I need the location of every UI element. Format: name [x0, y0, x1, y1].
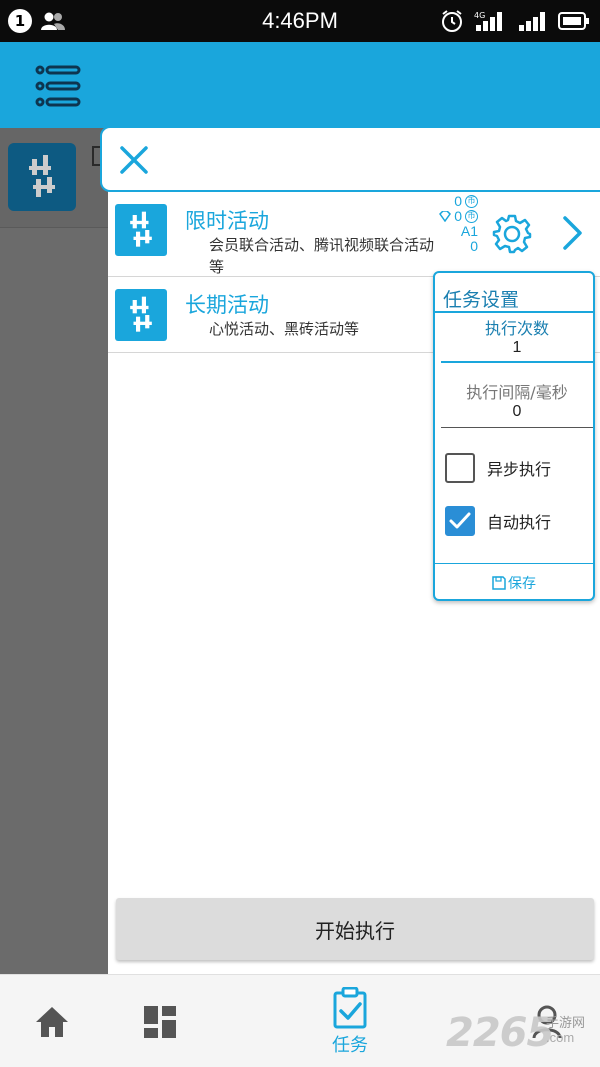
- next-button[interactable]: [560, 214, 586, 252]
- watermark-number: 2265: [446, 1010, 554, 1056]
- close-icon: [120, 146, 148, 174]
- nav-dashboard[interactable]: [143, 1005, 177, 1039]
- panel-title: 任务设置: [443, 289, 520, 311]
- svg-text:4G: 4G: [474, 11, 485, 20]
- exec-count-input[interactable]: 1: [441, 339, 593, 357]
- field-label: 执行间隔/毫秒: [466, 383, 568, 402]
- chevron-right-icon: [563, 216, 582, 250]
- auto-checkbox-row[interactable]: 自动执行: [445, 506, 551, 536]
- nav-home[interactable]: [34, 1005, 70, 1039]
- dashboard-icon: [144, 1006, 176, 1038]
- settings-button[interactable]: [490, 212, 534, 256]
- item-stats: 0币 0币 A1 0: [433, 194, 478, 254]
- signal-icon: [519, 12, 545, 31]
- battery-icon: [558, 12, 589, 30]
- async-checkbox[interactable]: [445, 453, 475, 483]
- item-description: 会员联合活动、腾讯视频联合活动等: [209, 236, 435, 276]
- interval-field[interactable]: 执行间隔/毫秒 0: [441, 379, 593, 421]
- item-title: 长期活动: [185, 293, 269, 317]
- interval-input[interactable]: 0: [441, 403, 593, 421]
- app-header: [0, 42, 600, 128]
- auto-checkbox[interactable]: [445, 506, 475, 536]
- nav-label: 任务: [332, 1035, 368, 1056]
- drawer-header: [100, 126, 600, 192]
- save-button[interactable]: 保存: [435, 573, 593, 593]
- app-logo-icon: [130, 211, 152, 247]
- start-execution-button[interactable]: 开始执行: [116, 898, 594, 960]
- list-menu-icon: [35, 65, 81, 107]
- home-icon: [36, 1007, 68, 1037]
- input-underline: [441, 427, 593, 428]
- gear-icon: [492, 214, 532, 254]
- save-label: 保存: [508, 576, 536, 592]
- activity-icon: [115, 289, 167, 341]
- watermark-site: 手游网: [546, 1016, 586, 1031]
- item-title: 限时活动: [185, 209, 269, 233]
- alarm-icon: [442, 10, 462, 32]
- activity-icon: [115, 204, 167, 256]
- signal-4g-icon: 4G: [474, 11, 502, 31]
- exec-count-field[interactable]: 执行次数 1: [441, 315, 593, 357]
- checkbox-label: 自动执行: [487, 513, 552, 532]
- divider: [435, 311, 593, 313]
- checkbox-label: 异步执行: [487, 460, 552, 479]
- coin-icon: 币: [465, 195, 478, 208]
- async-checkbox-row[interactable]: 异步执行: [445, 453, 551, 483]
- task-clipboard-icon: [333, 987, 367, 1029]
- save-icon: [492, 576, 506, 590]
- list-item-limited-activity[interactable]: 限时活动 会员联合活动、腾讯视频联合活动等 0币 0币 A1 0: [108, 192, 600, 277]
- dim-overlay[interactable]: [0, 128, 108, 974]
- stat-value: A1: [460, 223, 478, 239]
- watermark: 2265 手游网 .com: [446, 1008, 596, 1056]
- checkmark-icon: [449, 512, 471, 529]
- divider: [435, 563, 593, 564]
- watermark-domain: .com: [546, 1030, 575, 1045]
- menu-button[interactable]: [34, 64, 82, 108]
- nav-tasks[interactable]: 任务: [330, 987, 370, 1057]
- status-bar: 1 4:46PM 4G: [0, 0, 600, 42]
- background-app-logo: [8, 143, 76, 211]
- app-logo-icon: [29, 155, 55, 197]
- field-label: 执行次数: [484, 319, 549, 338]
- task-settings-panel: 任务设置 执行次数 1 执行间隔/毫秒 0 异步执行 自动执行 保存: [433, 271, 595, 601]
- stat-value: 0: [470, 238, 478, 254]
- app-logo-icon: [130, 296, 152, 332]
- coin-icon: 币: [465, 210, 478, 223]
- stat-value: 0: [454, 193, 462, 209]
- input-underline: [441, 361, 593, 363]
- item-description: 心悦活动、黑砖活动等: [209, 320, 360, 338]
- gem-icon: [439, 211, 452, 222]
- stat-value: 0: [454, 208, 462, 224]
- close-button[interactable]: [116, 142, 152, 178]
